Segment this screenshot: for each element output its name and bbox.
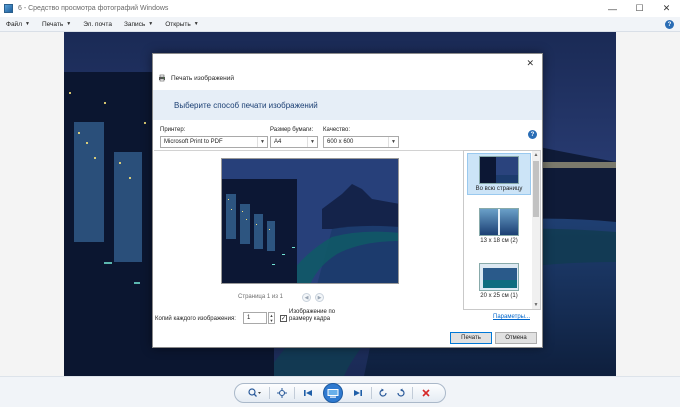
print-button[interactable]: Печать	[450, 332, 492, 344]
next-icon[interactable]	[347, 384, 369, 402]
menu-open-label: Открыть	[165, 20, 191, 28]
chevron-down-icon: ▼	[66, 21, 72, 27]
layout-scrollbar[interactable]: ▲ ▼	[532, 151, 540, 309]
next-page-icon[interactable]: ▶	[315, 293, 324, 302]
menu-email-label: Эл. почта	[83, 20, 112, 28]
paper-size-label: Размер бумаги:	[270, 127, 314, 133]
previous-icon[interactable]	[297, 384, 319, 402]
menu-open[interactable]: Открыть ▼	[159, 21, 204, 28]
printer-select[interactable]: Microsoft Print to PDF ▼	[160, 136, 268, 148]
photo-viewer-icon	[4, 4, 13, 13]
dialog-header: Выберите способ печати изображений	[153, 90, 542, 120]
menu-burn[interactable]: Запись ▼	[118, 21, 159, 28]
dialog-title: Печать изображений	[171, 74, 235, 82]
prev-page-icon[interactable]: ◀	[302, 293, 311, 302]
slideshow-icon[interactable]	[319, 383, 347, 403]
scroll-up-icon[interactable]: ▲	[532, 151, 540, 159]
copies-stepper[interactable]: ▲ ▼	[268, 312, 275, 324]
zoom-icon[interactable]	[243, 384, 267, 402]
quality-value: 600 x 600	[327, 139, 354, 145]
copies-value: 1	[247, 315, 251, 321]
menu-bar: Файл ▼ Печать ▼ Эл. почта Запись ▼ Открыть ▼…	[0, 17, 680, 32]
layout-20x25-label: 20 x 25 см (1)	[480, 293, 518, 299]
navigation-controls	[234, 383, 446, 403]
layout-full-page-thumb	[479, 156, 519, 184]
menu-file[interactable]: Файл ▼	[0, 21, 36, 28]
minimize-button[interactable]: —	[599, 0, 626, 17]
dialog-heading: Выберите способ печати изображений	[174, 100, 318, 110]
print-dialog: ✕ Печать изображений Выберите способ печ…	[152, 53, 543, 348]
maximize-button[interactable]: ☐	[626, 0, 653, 17]
chevron-down-icon: ▼	[148, 21, 154, 27]
layout-list: Во всю страницу 13 x 18 см (2) 20 x 25 с…	[463, 150, 541, 310]
quality-label: Качество:	[323, 127, 351, 133]
bottom-toolbar	[0, 376, 680, 407]
actual-size-icon[interactable]	[272, 384, 292, 402]
rotate-left-icon[interactable]	[374, 384, 392, 402]
fit-to-frame-checkbox[interactable]: ✓	[280, 315, 287, 322]
page-indicator: Страница 1 из 1	[238, 294, 283, 300]
print-preview: Страница 1 из 1 ◀ ▶	[154, 150, 463, 310]
close-button[interactable]: ✕	[653, 0, 680, 17]
scroll-down-icon[interactable]: ▼	[532, 301, 540, 309]
chevron-down-icon: ▼	[193, 21, 199, 27]
layout-item-13x18[interactable]: 13 x 18 см (2)	[467, 206, 531, 246]
printer-label: Принтер:	[160, 127, 186, 133]
scroll-thumb[interactable]	[533, 161, 539, 217]
menu-file-label: Файл	[6, 20, 22, 28]
chevron-down-icon: ▼	[307, 137, 317, 147]
layout-13x18-thumb	[479, 208, 519, 236]
chevron-down-icon: ▼	[388, 137, 398, 147]
stepper-down-icon[interactable]: ▼	[270, 318, 274, 323]
chevron-down-icon: ▼	[257, 137, 267, 147]
options-link[interactable]: Параметры...	[493, 314, 530, 320]
fit-to-frame-label: Изображение по размеру кадра	[289, 309, 336, 322]
printer-value: Microsoft Print to PDF	[164, 139, 223, 145]
paper-size-select[interactable]: A4 ▼	[270, 136, 318, 148]
cancel-button[interactable]: Отмена	[495, 332, 537, 344]
rotate-right-icon[interactable]	[392, 384, 410, 402]
printer-icon	[159, 74, 165, 82]
layout-20x25-thumb	[479, 263, 519, 291]
delete-icon[interactable]	[415, 384, 437, 402]
title-bar: 6 - Средство просмотра фотографий Window…	[0, 0, 680, 17]
preview-photo	[222, 159, 398, 283]
menu-print[interactable]: Печать ▼	[36, 21, 77, 28]
layout-full-page-label: Во всю страницу	[475, 186, 523, 192]
menu-burn-label: Запись	[123, 20, 146, 28]
window-title: 6 - Средство просмотра фотографий Window…	[18, 5, 169, 12]
preview-image	[221, 158, 399, 284]
layout-13x18-label: 13 x 18 см (2)	[480, 238, 518, 244]
chevron-down-icon: ▼	[24, 21, 30, 27]
window-controls: — ☐ ✕	[599, 0, 680, 17]
menu-email[interactable]: Эл. почта	[77, 21, 118, 28]
dialog-title-row: Печать изображений	[158, 74, 234, 82]
help-icon[interactable]: ?	[665, 20, 674, 29]
copies-label: Копий каждого изображения:	[155, 316, 236, 322]
layout-item-20x25[interactable]: 20 x 25 см (1)	[467, 261, 531, 301]
help-icon[interactable]: ?	[528, 130, 537, 139]
layout-item-full-page[interactable]: Во всю страницу	[467, 153, 531, 195]
menu-print-label: Печать	[41, 20, 64, 28]
copies-input[interactable]: 1	[243, 312, 267, 324]
quality-select[interactable]: 600 x 600 ▼	[323, 136, 399, 148]
dialog-close-button[interactable]: ✕	[526, 58, 534, 69]
paper-size-value: A4	[274, 139, 282, 145]
